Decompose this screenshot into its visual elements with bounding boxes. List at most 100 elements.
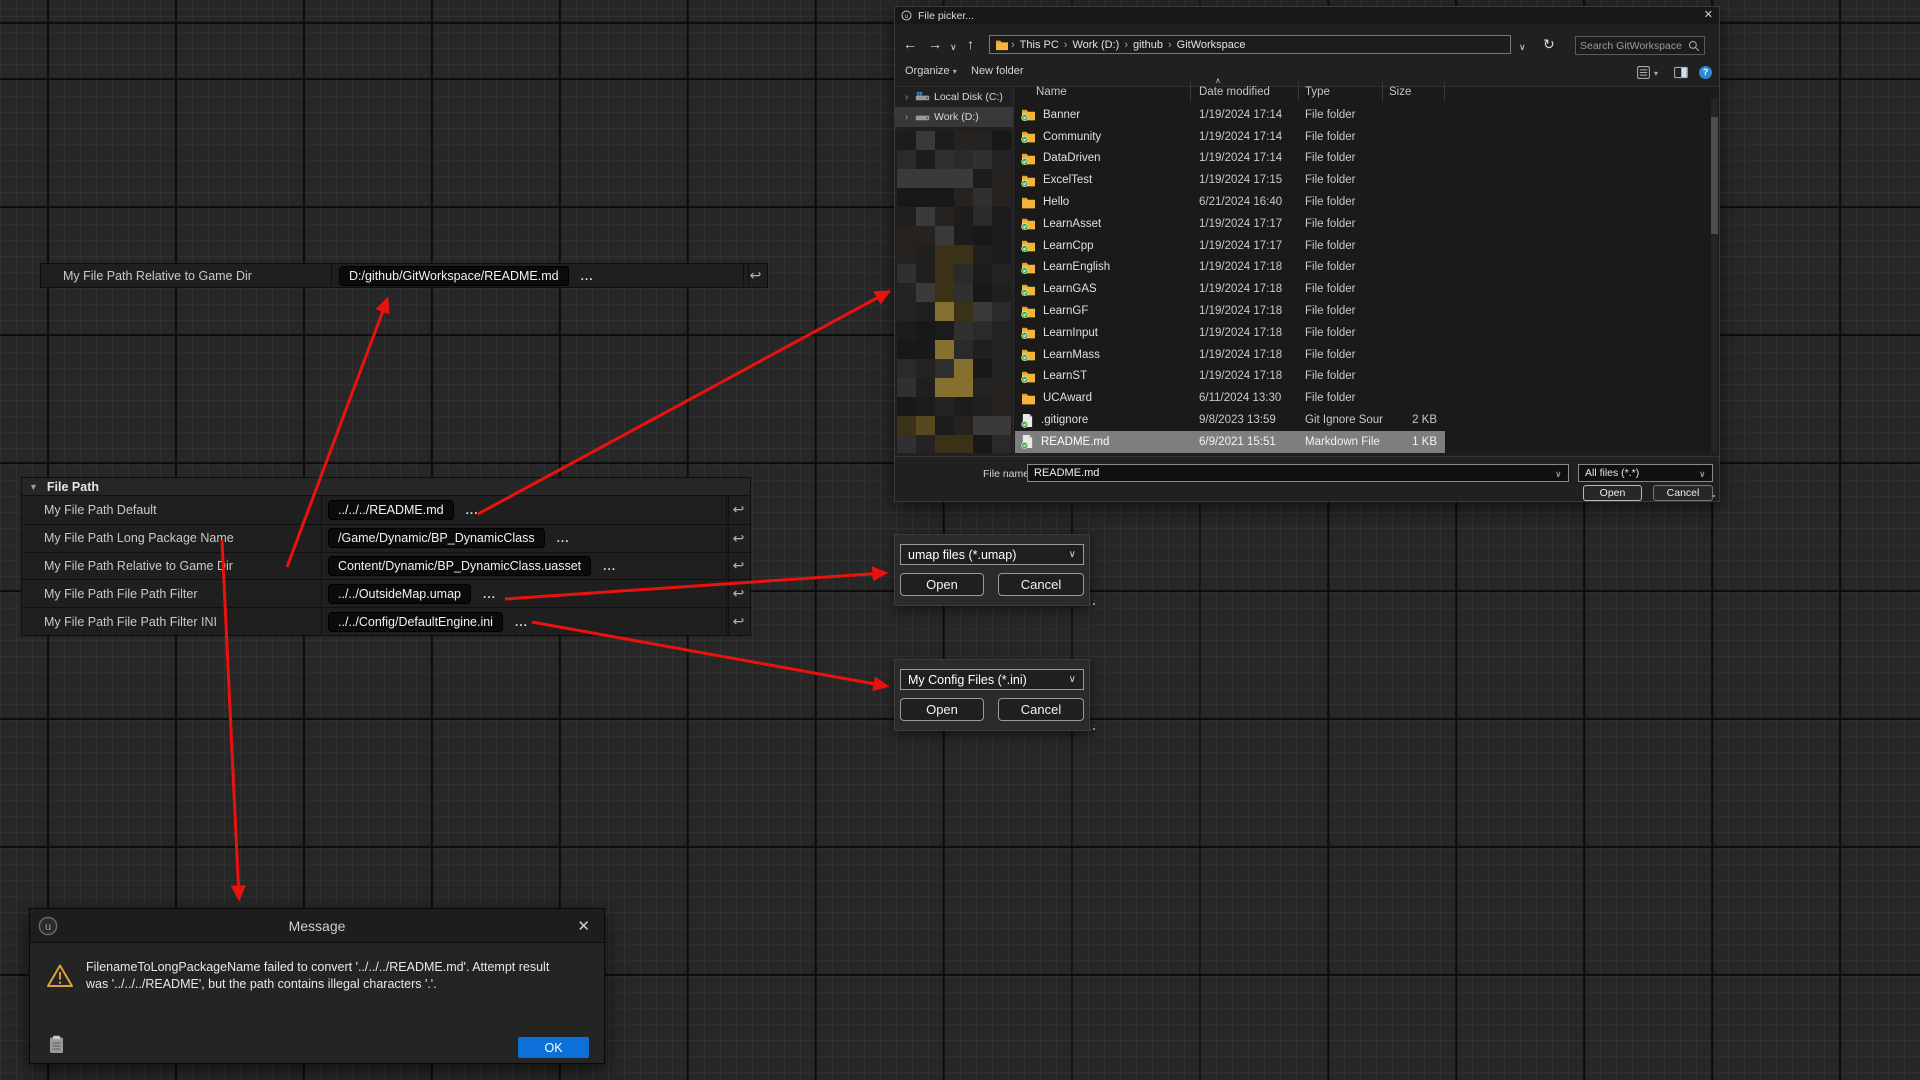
column-header-size[interactable]: Size xyxy=(1383,82,1445,101)
history-chevron-icon[interactable]: ∨ xyxy=(950,40,957,54)
chevron-down-icon: ∨ xyxy=(1069,674,1076,685)
property-value-field[interactable]: ../../OutsideMap.umap xyxy=(328,584,471,604)
scrollbar-thumb[interactable] xyxy=(1711,117,1718,234)
file-type-dropdown[interactable]: All files (*.*) xyxy=(1578,464,1713,482)
file-type: File folder xyxy=(1299,261,1383,273)
file-name-input[interactable] xyxy=(1027,464,1569,482)
help-icon[interactable]: ? xyxy=(1699,66,1712,79)
breadcrumb-separator: › xyxy=(1168,39,1172,51)
file-date: 1/19/2024 17:18 xyxy=(1191,305,1299,317)
reset-to-default-button[interactable]: ↩ xyxy=(726,553,750,580)
back-icon[interactable]: ← xyxy=(903,37,917,51)
close-icon[interactable]: ✕ xyxy=(1704,8,1713,21)
file-row[interactable]: LearnMass1/19/2024 17:18File folder xyxy=(1015,344,1445,366)
browse-ellipsis-button[interactable]: ... xyxy=(557,533,570,543)
file-row[interactable]: LearnST1/19/2024 17:18File folder xyxy=(1015,366,1445,388)
property-value-field[interactable]: /Game/Dynamic/BP_DynamicClass xyxy=(328,528,545,548)
sidebar-item-work-d-[interactable]: ›Work (D:) xyxy=(895,107,1013,127)
file-date: 6/11/2024 13:30 xyxy=(1191,392,1299,404)
copy-to-clipboard-icon[interactable] xyxy=(49,1035,64,1054)
column-header-date-modified[interactable]: Date modified xyxy=(1191,82,1299,101)
preview-pane-icon[interactable] xyxy=(1674,66,1688,79)
browse-ellipsis-button[interactable]: ... xyxy=(581,271,594,281)
refresh-icon[interactable]: ↻ xyxy=(1543,37,1555,51)
cancel-button[interactable]: Cancel xyxy=(998,698,1084,721)
reset-to-default-button[interactable]: ↩ xyxy=(726,608,750,635)
file-row[interactable]: LearnEnglish1/19/2024 17:18File folder xyxy=(1015,257,1445,279)
file-row[interactable]: UCAward6/11/2024 13:30File folder xyxy=(1015,387,1445,409)
file-row[interactable]: Hello6/21/2024 16:40File folder xyxy=(1015,191,1445,213)
new-folder-button[interactable]: New folder xyxy=(971,65,1024,77)
forward-icon[interactable]: → xyxy=(928,37,942,51)
column-splitter[interactable] xyxy=(321,525,322,552)
address-bar[interactable]: ›This PC›Work (D:)›github›GitWorkspace xyxy=(989,35,1511,54)
up-icon[interactable]: ↑ xyxy=(967,37,974,51)
section-header[interactable]: ▼ File Path xyxy=(22,478,750,496)
file-row[interactable]: LearnGAS1/19/2024 17:18File folder xyxy=(1015,278,1445,300)
file-filter-dropdown[interactable]: umap files (*.umap) ∨ xyxy=(900,544,1084,565)
collapse-triangle-icon[interactable]: ▼ xyxy=(29,482,38,492)
file-date: 1/19/2024 17:17 xyxy=(1191,218,1299,230)
property-value-field[interactable]: ../../Config/DefaultEngine.ini xyxy=(328,612,503,632)
browse-ellipsis-button[interactable]: ... xyxy=(466,505,479,515)
property-value-field[interactable]: D:/github/GitWorkspace/README.md xyxy=(339,266,569,286)
property-value-field[interactable]: Content/Dynamic/BP_DynamicClass.uasset xyxy=(328,556,591,576)
file-row[interactable]: ExcelTest1/19/2024 17:15File folder xyxy=(1015,169,1445,191)
file-row[interactable]: LearnGF1/19/2024 17:18File folder xyxy=(1015,300,1445,322)
expand-chevron-icon[interactable]: › xyxy=(905,92,915,103)
expand-chevron-icon[interactable]: › xyxy=(905,112,915,123)
chevron-down-icon[interactable]: ∨ xyxy=(1699,469,1706,480)
browse-ellipsis-button[interactable]: ... xyxy=(483,589,496,599)
folder-git-icon xyxy=(1021,370,1036,383)
open-button[interactable]: Open xyxy=(1583,485,1642,501)
close-icon[interactable]: ✕ xyxy=(577,917,590,935)
browse-ellipsis-button[interactable]: ... xyxy=(603,561,616,571)
search-icon[interactable] xyxy=(1688,40,1700,52)
views-chevron-icon[interactable]: ▾ xyxy=(1654,69,1658,78)
unreal-logo-icon: u xyxy=(901,10,912,21)
file-row[interactable]: DataDriven1/19/2024 17:14File folder xyxy=(1015,148,1445,170)
file-row[interactable]: LearnInput1/19/2024 17:18File folder xyxy=(1015,322,1445,344)
cancel-button[interactable]: Cancel xyxy=(1653,485,1713,501)
details-view-icon[interactable] xyxy=(1637,66,1650,79)
breadcrumb-segment[interactable]: Work (D:) xyxy=(1072,39,1119,51)
reset-to-default-button[interactable]: ↩ xyxy=(743,264,767,287)
file-row[interactable]: README.md6/9/2021 15:51Markdown File1 KB xyxy=(1015,431,1445,453)
file-name: DataDriven xyxy=(1043,152,1101,164)
column-splitter[interactable] xyxy=(321,608,322,635)
file-date: 1/19/2024 17:17 xyxy=(1191,240,1299,252)
breadcrumb-segment[interactable]: This PC xyxy=(1020,39,1059,51)
scrollbar-track[interactable] xyxy=(1711,98,1718,453)
ok-button[interactable]: OK xyxy=(518,1037,589,1058)
file-row[interactable]: LearnAsset1/19/2024 17:17File folder xyxy=(1015,213,1445,235)
search-input[interactable] xyxy=(1576,40,1688,52)
reset-to-default-button[interactable]: ↩ xyxy=(726,580,750,607)
browse-ellipsis-button[interactable]: ... xyxy=(515,617,528,627)
sidebar-item-local-disk-c-[interactable]: ›Local Disk (C:) xyxy=(895,87,1013,107)
column-header-name[interactable]: Name xyxy=(1015,82,1191,101)
file-row[interactable]: Banner1/19/2024 17:14File folder xyxy=(1015,104,1445,126)
column-splitter[interactable] xyxy=(321,580,322,607)
chevron-down-icon: ∨ xyxy=(1069,549,1076,560)
address-chevron-icon[interactable]: ∨ xyxy=(1519,40,1526,54)
breadcrumb-segment[interactable]: github xyxy=(1133,39,1163,51)
property-label: My File Path Default xyxy=(44,503,157,517)
organize-button[interactable]: Organize ▾ xyxy=(905,65,957,77)
cancel-button[interactable]: Cancel xyxy=(998,573,1084,596)
file-filter-dropdown[interactable]: My Config Files (*.ini) ∨ xyxy=(900,669,1084,690)
open-button[interactable]: Open xyxy=(900,573,984,596)
file-row[interactable]: .gitignore9/8/2023 13:59Git Ignore Sourc… xyxy=(1015,409,1445,431)
reset-to-default-button[interactable]: ↩ xyxy=(726,525,750,552)
folder-icon xyxy=(1021,392,1036,405)
reset-to-default-button[interactable]: ↩ xyxy=(726,496,750,524)
breadcrumb-segment[interactable]: GitWorkspace xyxy=(1177,39,1246,51)
chevron-down-icon[interactable]: ∨ xyxy=(1555,469,1562,480)
open-button[interactable]: Open xyxy=(900,698,984,721)
column-splitter[interactable] xyxy=(321,553,322,580)
file-row[interactable]: LearnCpp1/19/2024 17:17File folder xyxy=(1015,235,1445,257)
column-splitter[interactable] xyxy=(331,264,332,287)
column-header-type[interactable]: Type xyxy=(1299,82,1383,101)
file-row[interactable]: Community1/19/2024 17:14File folder xyxy=(1015,126,1445,148)
property-value-field[interactable]: ../../../README.md xyxy=(328,500,454,520)
column-splitter[interactable] xyxy=(321,496,322,524)
